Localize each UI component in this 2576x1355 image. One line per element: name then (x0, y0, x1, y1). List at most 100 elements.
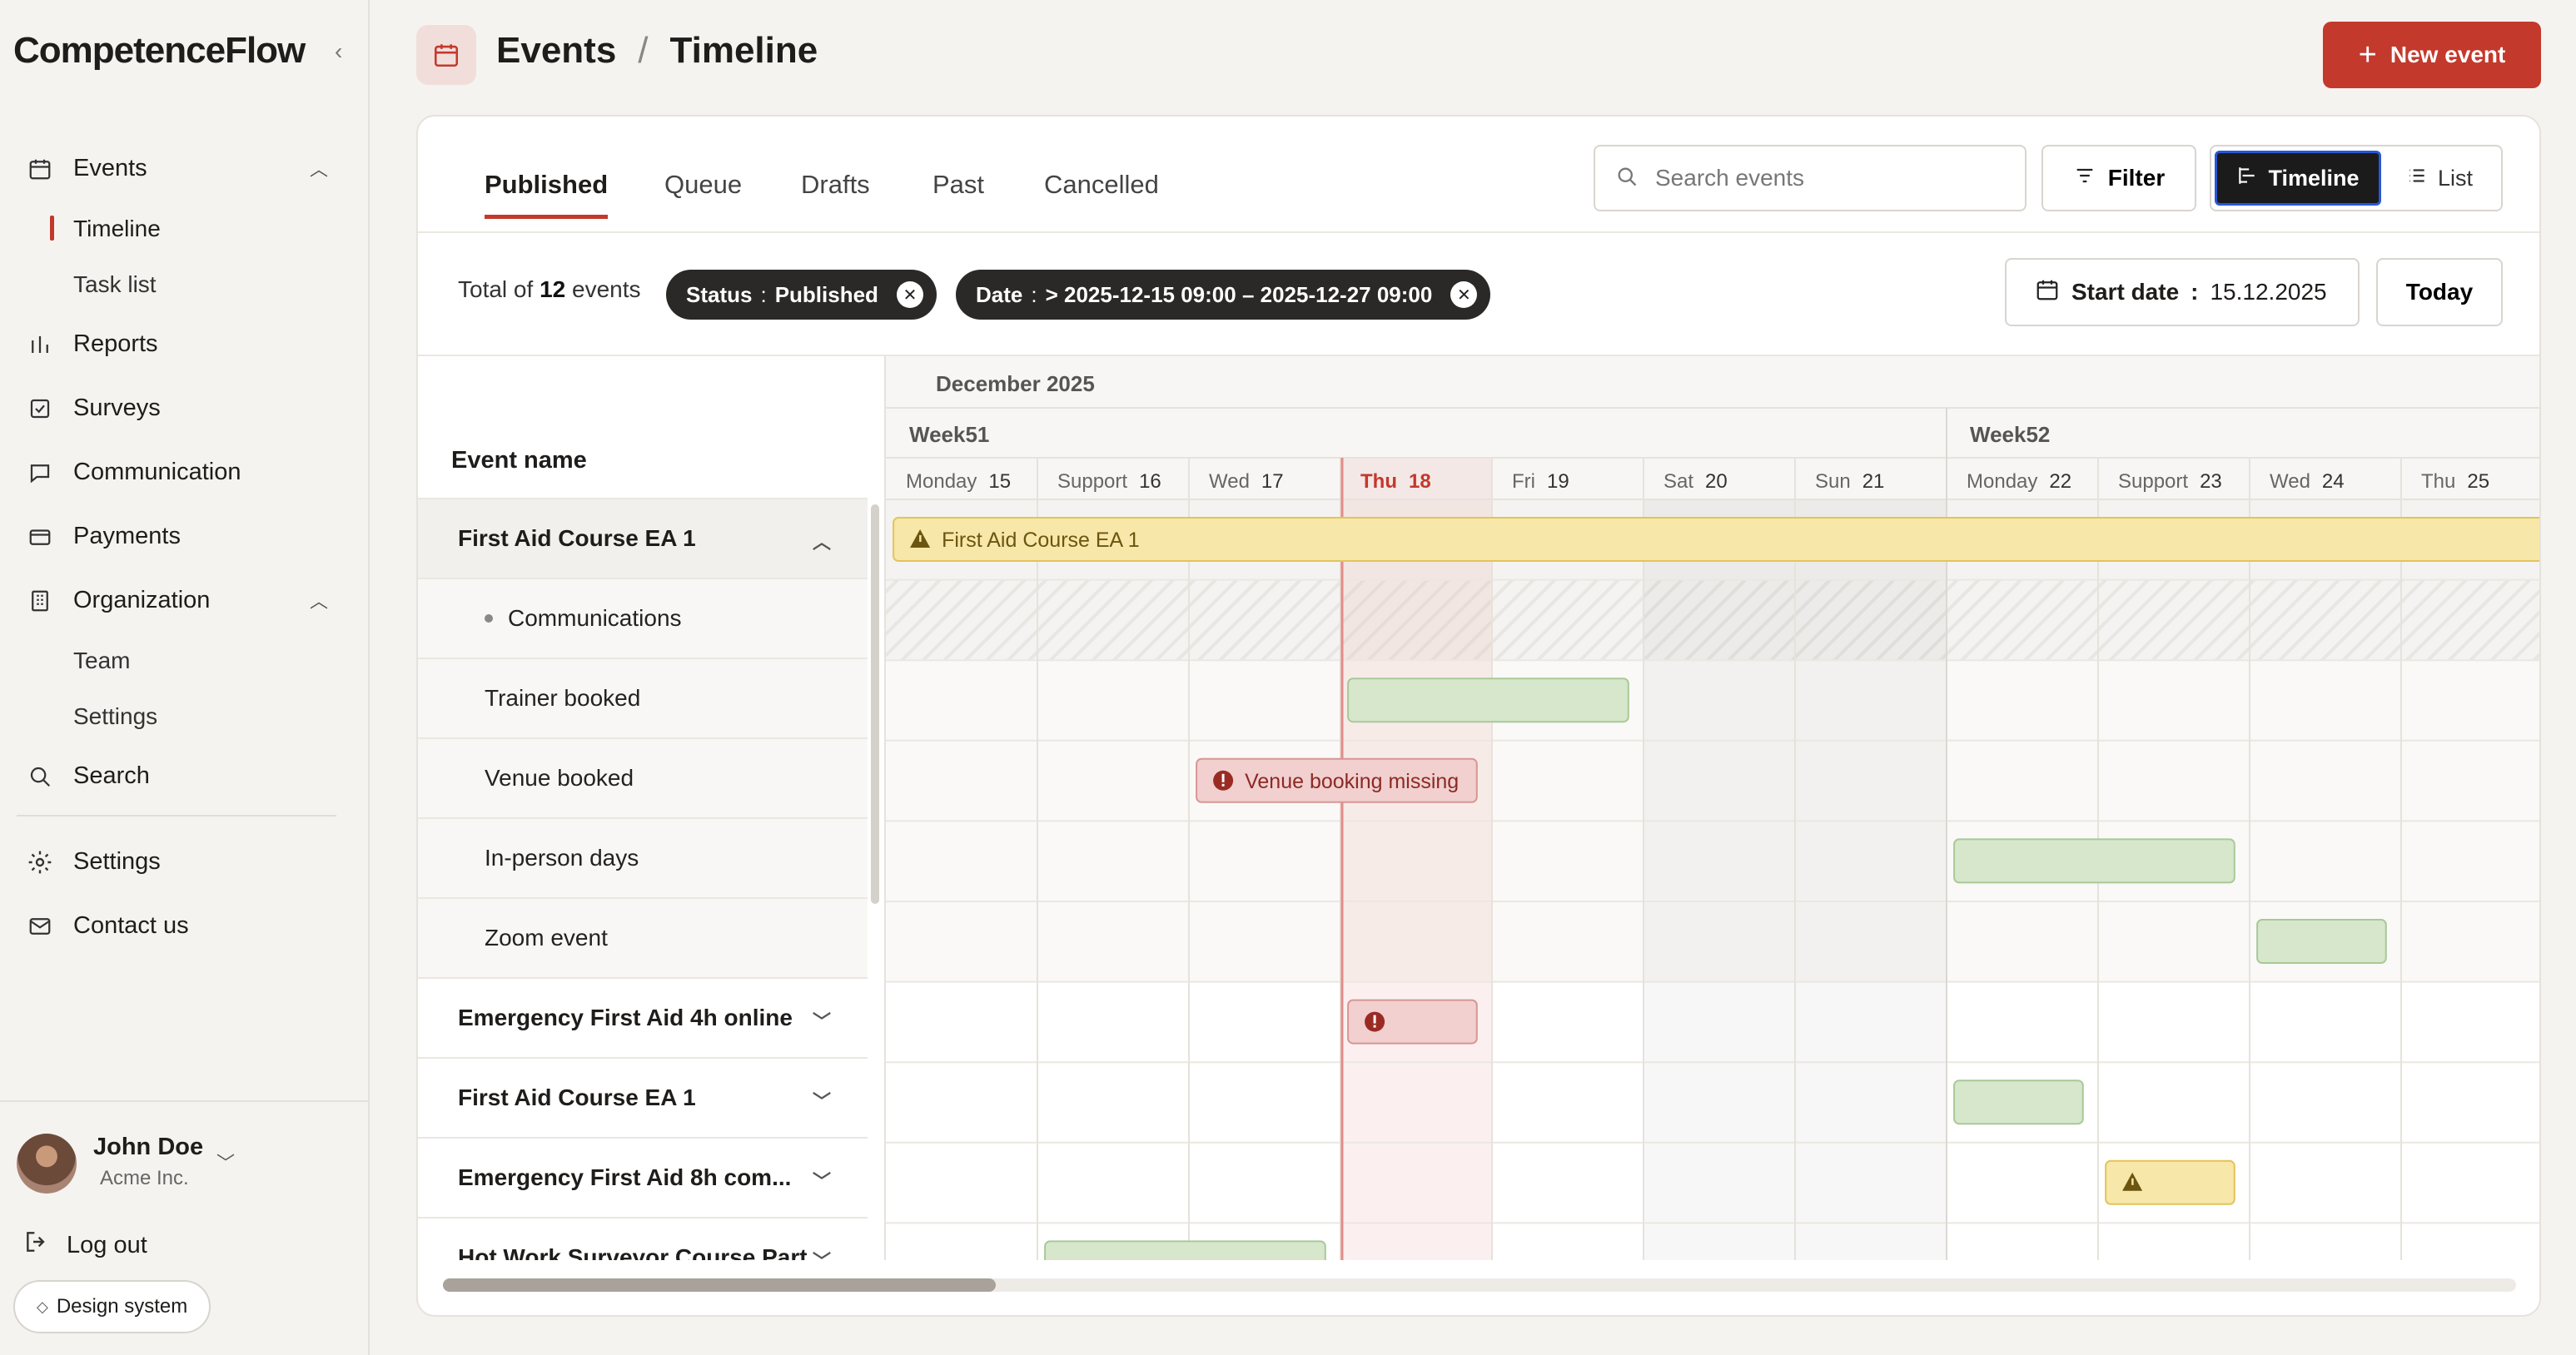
event-row-label: Venue booked (485, 765, 634, 791)
sidebar-item-contact[interactable]: Contact us (0, 894, 370, 958)
tab-drafts[interactable]: Drafts (801, 170, 870, 215)
filter-button[interactable]: Filter (2041, 145, 2196, 211)
view-toggle: Timeline List (2210, 145, 2503, 211)
list-icon (2406, 165, 2428, 192)
user-organization: Acme Inc. (100, 1167, 189, 1189)
chevron-up-icon[interactable]: ︿ (813, 528, 831, 554)
event-rows: First Aid Course EA 1 ︿ Communications Trai… (418, 499, 868, 1260)
event-row-label: Hot Work Surveyor Course Part... (458, 1244, 827, 1260)
date-filter-chip[interactable]: Date : > 2025-12-15 09:00 – 2025-12-27 0… (956, 270, 1491, 320)
sidebar-item-label: Events (73, 155, 147, 181)
event-subrow[interactable]: Communications (418, 579, 868, 659)
mail-icon (23, 910, 57, 943)
design-system-button[interactable]: ◇ Design system (13, 1280, 211, 1333)
event-subrow[interactable]: Zoom event (418, 899, 868, 979)
calendar-icon (23, 152, 57, 186)
tab-past[interactable]: Past (932, 170, 984, 215)
filter-bar: Total of 12 events Status : Published ✕ … (418, 233, 2539, 356)
sidebar-item-settings[interactable]: Settings (0, 830, 370, 894)
collapse-sidebar-icon[interactable]: ‹ (335, 38, 342, 65)
sidebar-item-task-list[interactable]: Task list (0, 256, 370, 312)
events-card: Published Queue Drafts Past Cancelled Fi… (416, 115, 2541, 1317)
event-row-label: In-person days (485, 845, 639, 871)
event-list: Event name First Aid Course EA 1 ︿ Communi… (418, 356, 868, 1260)
tab-cancelled[interactable]: Cancelled (1044, 170, 1159, 215)
sidebar-item-organization[interactable]: Organization ︿ (0, 568, 370, 633)
new-event-button[interactable]: + New event (2323, 22, 2541, 88)
scrollbar-thumb[interactable] (443, 1278, 996, 1292)
event-bar-success[interactable] (1953, 838, 2235, 884)
event-row[interactable]: Hot Work Surveyor Course Part...﹀ (418, 1219, 868, 1260)
day-label: Sun 21 (1815, 470, 1884, 493)
vertical-scrollbar[interactable] (871, 504, 879, 904)
building-icon (23, 584, 57, 618)
event-row-label: First Aid Course EA 1 (458, 525, 696, 551)
logout-link[interactable]: Log out (23, 1228, 147, 1262)
event-name-header: Event name (418, 356, 868, 499)
sidebar-item-communication[interactable]: Communication (0, 440, 370, 504)
sidebar-item-label: Search (73, 762, 150, 789)
chevron-down-icon[interactable]: ﹀ (813, 1087, 831, 1114)
event-bar-warning[interactable] (2105, 1159, 2235, 1205)
day-name: Support (2118, 470, 2188, 493)
logout-icon (23, 1228, 50, 1262)
sidebar-item-events[interactable]: Events ︿ (0, 136, 370, 201)
sidebar-item-search[interactable]: Search (0, 744, 370, 808)
event-bar-success[interactable] (1953, 1080, 2084, 1125)
search-box (1594, 145, 2026, 211)
chevron-down-icon[interactable]: ﹀ (813, 1007, 831, 1034)
event-subrow[interactable]: Venue booked (418, 739, 868, 819)
event-bar-success[interactable] (1044, 1240, 1326, 1260)
list-view-button[interactable]: List (2381, 151, 2498, 206)
event-bar-success[interactable] (2256, 919, 2387, 964)
sidebar-item-surveys[interactable]: Surveys (0, 376, 370, 440)
breadcrumb-events[interactable]: Events (496, 30, 616, 72)
chevron-up-icon[interactable]: ︿ (310, 155, 328, 181)
credit-card-icon (23, 520, 57, 553)
gear-icon (23, 846, 57, 879)
sidebar-item-timeline[interactable]: Timeline (0, 201, 370, 256)
start-date-picker[interactable]: Start date : 15.12.2025 (2005, 258, 2360, 326)
search-icon (1615, 165, 1639, 192)
event-bar-success[interactable] (1347, 678, 1629, 723)
event-row[interactable]: First Aid Course EA 1 ﹀ (418, 1059, 868, 1139)
tab-queue[interactable]: Queue (664, 170, 742, 215)
remove-filter-icon[interactable]: ✕ (1450, 281, 1478, 308)
sidebar-item-reports[interactable]: Reports (0, 312, 370, 376)
sidebar-nav: Events ︿ Timeline Task list Reports Surv… (0, 136, 370, 958)
remove-filter-icon[interactable]: ✕ (896, 281, 923, 308)
sidebar-item-org-settings[interactable]: Settings (0, 688, 370, 744)
chevron-down-icon[interactable]: ﹀ (813, 1167, 831, 1194)
event-subrow[interactable]: Trainer booked (418, 659, 868, 739)
chip-colon: : (1031, 281, 1037, 307)
total-suffix: events (572, 276, 641, 302)
event-row[interactable]: Emergency First Aid 8h com... ﹀ (418, 1139, 868, 1219)
search-input[interactable] (1655, 165, 2005, 191)
new-event-label: New event (2390, 42, 2506, 67)
tab-published[interactable]: Published (485, 170, 609, 219)
horizontal-scrollbar[interactable] (443, 1278, 2516, 1292)
timeline-view-button[interactable]: Timeline (2215, 151, 2381, 206)
chevron-down-icon[interactable]: ﹀ (813, 1247, 831, 1260)
event-bar-warning[interactable] (893, 517, 2539, 562)
timeline-grid: December 2025 Week51 Week52 Monday 15 Support… (884, 356, 2539, 1260)
chevron-down-icon[interactable]: ﹀ (216, 1149, 235, 1175)
event-row[interactable]: First Aid Course EA 1 ︿ (418, 499, 868, 579)
diamond-icon: ◇ (37, 1298, 48, 1315)
avatar[interactable] (17, 1134, 77, 1194)
sidebar-item-team[interactable]: Team (0, 633, 370, 688)
event-subrow[interactable]: In-person days (418, 819, 868, 899)
event-row[interactable]: Emergency First Aid 4h online ﹀ (418, 979, 868, 1059)
chip-key: Date (976, 281, 1023, 307)
chevron-up-icon[interactable]: ︿ (310, 587, 328, 613)
sidebar-item-label: Surveys (73, 395, 161, 421)
status-filter-chip[interactable]: Status : Published ✕ (666, 270, 937, 320)
user-panel: John Doe Acme Inc. ﹀ Log out ◇ Design sy… (0, 1100, 370, 1355)
day-number: 24 (2322, 470, 2345, 493)
total-prefix: Total of (458, 276, 534, 302)
warning-icon-mark (919, 535, 922, 542)
today-button[interactable]: Today (2376, 258, 2503, 326)
sidebar-item-payments[interactable]: Payments (0, 504, 370, 568)
day-number: 16 (1139, 470, 1161, 493)
event-name-header-label: Event name (451, 447, 587, 474)
